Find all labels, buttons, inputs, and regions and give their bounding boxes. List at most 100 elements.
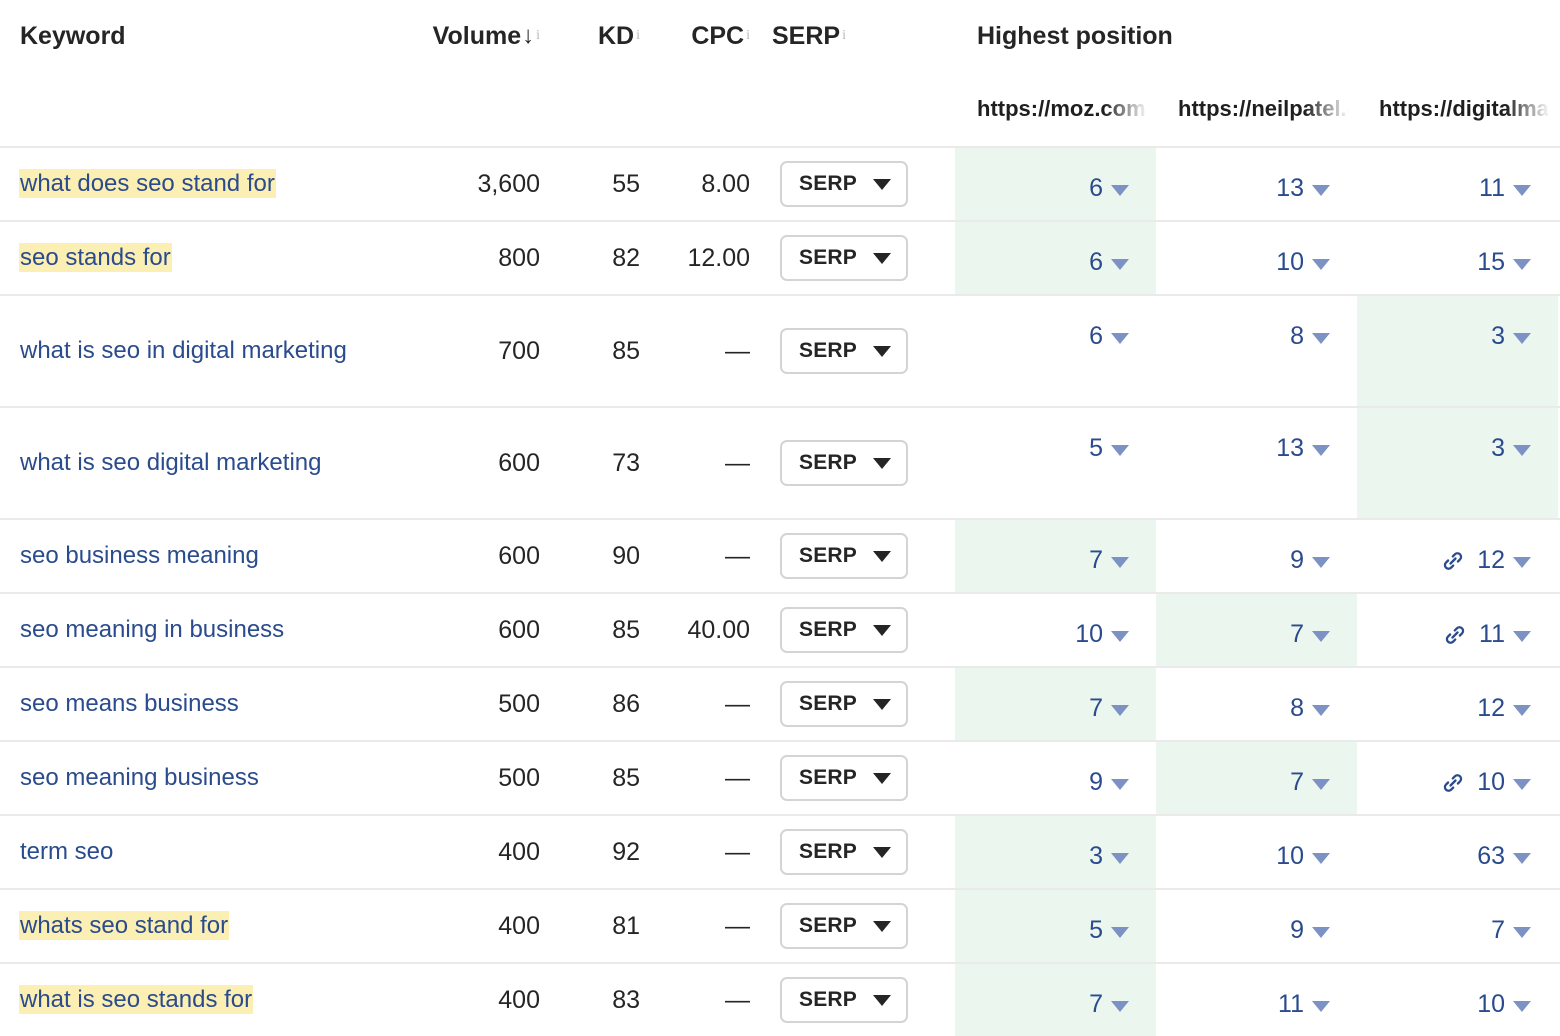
position-dropdown[interactable]: 13 xyxy=(1276,148,1330,203)
chevron-down-icon xyxy=(1111,1001,1129,1012)
column-header-keyword[interactable]: Keyword xyxy=(0,22,410,51)
position-value: 7 xyxy=(1089,694,1103,723)
chevron-down-icon xyxy=(1513,445,1531,456)
position-dropdown[interactable]: 63 xyxy=(1477,816,1531,871)
serp-dropdown-button[interactable]: SERP xyxy=(780,903,908,949)
serp-dropdown-button[interactable]: SERP xyxy=(780,161,908,207)
sort-descending-icon[interactable]: ↓ xyxy=(522,22,534,50)
competitor-url-header-3[interactable]: https://digitalmarketing xyxy=(1357,96,1558,122)
info-icon-serp[interactable]: i xyxy=(842,28,846,44)
competitor-url-header-2[interactable]: https://neilpatel.com xyxy=(1156,96,1357,122)
position-dropdown[interactable]: 11 xyxy=(1443,594,1531,649)
serp-button-label: SERP xyxy=(799,246,857,270)
position-dropdown[interactable]: 9 xyxy=(1089,742,1129,797)
position-value: 63 xyxy=(1477,842,1505,871)
chevron-down-icon xyxy=(1111,853,1129,864)
position-dropdown[interactable]: 10 xyxy=(1075,594,1129,649)
column-header-serp[interactable]: SERPi xyxy=(750,22,955,51)
serp-dropdown-button[interactable]: SERP xyxy=(780,829,908,875)
serp-dropdown-button[interactable]: SERP xyxy=(780,681,908,727)
position-dropdown[interactable]: 10 xyxy=(1276,816,1330,871)
position-dropdown[interactable]: 9 xyxy=(1290,890,1330,945)
position-value: 13 xyxy=(1276,174,1304,203)
table-row: seo means business50086—SERP7812 xyxy=(0,668,1560,742)
position-dropdown[interactable]: 6 xyxy=(1089,222,1129,277)
volume-value: 500 xyxy=(498,692,540,717)
position-dropdown[interactable]: 10 xyxy=(1477,964,1531,1019)
serp-dropdown-button[interactable]: SERP xyxy=(780,533,908,579)
column-header-volume[interactable]: Volume↓i xyxy=(410,22,540,51)
column-header-kd[interactable]: KDi xyxy=(540,22,640,51)
chevron-down-icon xyxy=(1312,631,1330,642)
position-cell-1: 3 xyxy=(955,816,1156,888)
position-cell-2: 10 xyxy=(1156,222,1357,294)
position-dropdown[interactable]: 3 xyxy=(1089,816,1129,871)
position-value: 7 xyxy=(1089,546,1103,575)
chevron-down-icon xyxy=(873,847,891,858)
position-dropdown[interactable]: 6 xyxy=(1089,296,1129,351)
keyword-link[interactable]: seo means business xyxy=(20,690,239,717)
position-dropdown[interactable]: 8 xyxy=(1290,296,1330,351)
position-dropdown[interactable]: 12 xyxy=(1441,520,1531,575)
position-dropdown[interactable]: 12 xyxy=(1477,668,1531,723)
position-dropdown[interactable]: 11 xyxy=(1479,148,1531,203)
position-dropdown[interactable]: 7 xyxy=(1290,594,1330,649)
keyword-link[interactable]: what is seo digital marketing xyxy=(20,449,321,476)
serp-dropdown-button[interactable]: SERP xyxy=(780,607,908,653)
chevron-down-icon xyxy=(1513,185,1531,196)
serp-dropdown-button[interactable]: SERP xyxy=(780,977,908,1023)
volume-value: 600 xyxy=(498,451,540,476)
position-dropdown[interactable]: 10 xyxy=(1276,222,1330,277)
position-dropdown[interactable]: 10 xyxy=(1441,742,1531,797)
position-value: 5 xyxy=(1089,916,1103,945)
position-dropdown[interactable]: 15 xyxy=(1477,222,1531,277)
table-body: what does seo stand for3,600558.00SERP61… xyxy=(0,148,1560,1036)
cpc-value: — xyxy=(725,914,750,939)
keyword-link[interactable]: seo business meaning xyxy=(20,542,259,569)
serp-dropdown-button[interactable]: SERP xyxy=(780,235,908,281)
position-dropdown[interactable]: 6 xyxy=(1089,148,1129,203)
position-dropdown[interactable]: 11 xyxy=(1278,964,1330,1019)
serp-button-label: SERP xyxy=(799,840,857,864)
position-dropdown[interactable]: 7 xyxy=(1491,890,1531,945)
keyword-link[interactable]: what is seo in digital marketing xyxy=(20,337,347,364)
keyword-link[interactable]: seo stands for xyxy=(20,244,171,271)
serp-dropdown-button[interactable]: SERP xyxy=(780,755,908,801)
position-dropdown[interactable]: 8 xyxy=(1290,668,1330,723)
position-dropdown[interactable]: 13 xyxy=(1276,408,1330,463)
chevron-down-icon xyxy=(1111,185,1129,196)
chevron-down-icon xyxy=(1312,333,1330,344)
keyword-link[interactable]: whats seo stand for xyxy=(20,912,228,939)
cpc-value: — xyxy=(725,692,750,717)
position-cell-1: 7 xyxy=(955,668,1156,740)
cpc-value: — xyxy=(725,339,750,364)
column-header-keyword-label: Keyword xyxy=(20,22,126,51)
position-dropdown[interactable]: 5 xyxy=(1089,408,1129,463)
cpc-value: 12.00 xyxy=(687,246,750,271)
keyword-link[interactable]: seo meaning business xyxy=(20,764,259,791)
keyword-link[interactable]: what does seo stand for xyxy=(20,170,275,197)
position-dropdown[interactable]: 7 xyxy=(1089,520,1129,575)
serp-dropdown-button[interactable]: SERP xyxy=(780,440,908,486)
position-dropdown[interactable]: 9 xyxy=(1290,520,1330,575)
chevron-down-icon xyxy=(1312,705,1330,716)
keyword-link[interactable]: seo meaning in business xyxy=(20,616,284,643)
competitor-url-header-1[interactable]: https://moz.com xyxy=(955,96,1156,122)
keyword-link[interactable]: what is seo stands for xyxy=(20,986,252,1013)
position-dropdown[interactable]: 3 xyxy=(1491,296,1531,351)
serp-dropdown-button[interactable]: SERP xyxy=(780,328,908,374)
cpc-value: — xyxy=(725,451,750,476)
table-row: seo meaning in business6008540.00SERP107… xyxy=(0,594,1560,668)
position-value: 3 xyxy=(1491,322,1505,351)
cpc-value: — xyxy=(725,544,750,569)
position-dropdown[interactable]: 5 xyxy=(1089,890,1129,945)
position-dropdown[interactable]: 7 xyxy=(1290,742,1330,797)
chevron-down-icon xyxy=(1111,631,1129,642)
chevron-down-icon xyxy=(873,773,891,784)
position-dropdown[interactable]: 3 xyxy=(1491,408,1531,463)
position-dropdown[interactable]: 7 xyxy=(1089,964,1129,1019)
keyword-link[interactable]: term seo xyxy=(20,838,113,865)
position-cell-1: 9 xyxy=(955,742,1156,814)
position-dropdown[interactable]: 7 xyxy=(1089,668,1129,723)
column-header-cpc[interactable]: CPCi xyxy=(640,22,750,51)
